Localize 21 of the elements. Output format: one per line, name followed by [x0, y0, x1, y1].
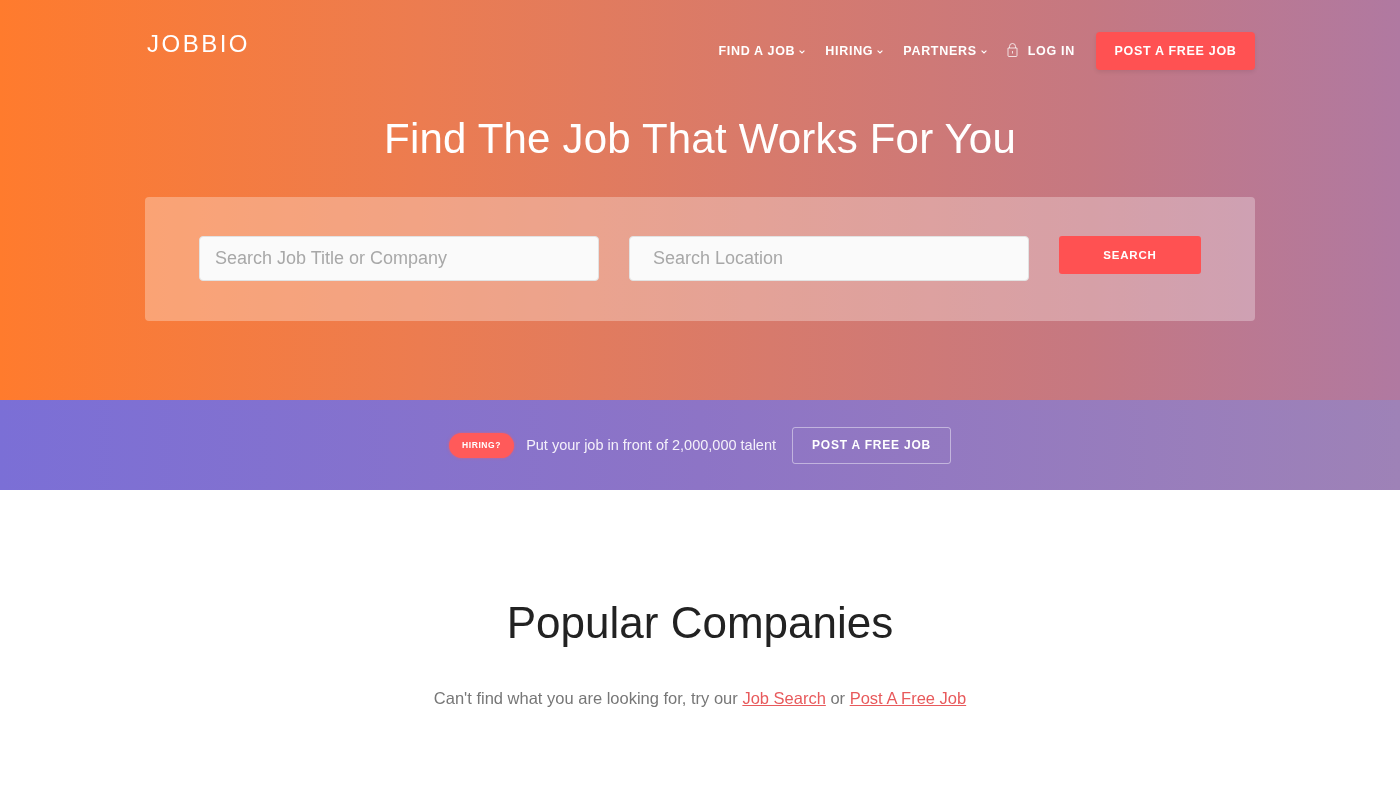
section-heading: Popular Companies: [505, 597, 895, 649]
text-link[interactable]: Post A Free Job: [849, 689, 967, 707]
search-field[interactable]: Search Job Title or Company: [199, 236, 599, 281]
search-field[interactable]: Search Location: [629, 236, 1029, 281]
nav-link[interactable]: LOG IN: [1006, 44, 1075, 58]
hiring-badge: HIRING?: [448, 432, 515, 458]
post-job-button[interactable]: POST A FREE JOB: [1096, 32, 1255, 70]
nav-link[interactable]: HIRING: [825, 44, 884, 58]
nav-link[interactable]: FIND A JOB: [718, 44, 806, 58]
search-button[interactable]: SEARCH: [1059, 236, 1201, 274]
post-job-button[interactable]: POST A FREE JOB: [792, 426, 952, 464]
text-link[interactable]: Job Search: [742, 689, 826, 707]
logo[interactable]: JOBBIO: [145, 31, 251, 57]
lock-icon: [1006, 42, 1018, 57]
hero-heading: Find The Job That Works For You: [383, 114, 1017, 164]
caret-icon: [980, 49, 987, 54]
nav-link[interactable]: PARTNERS: [903, 44, 987, 58]
caret-icon: [877, 49, 884, 54]
help-text: Can't find what you are looking for, try our Job Search or Post A Free Job: [432, 688, 968, 709]
banner-text: Put your job in front of 2,000,000 talent: [526, 437, 777, 453]
caret-icon: [799, 49, 806, 54]
